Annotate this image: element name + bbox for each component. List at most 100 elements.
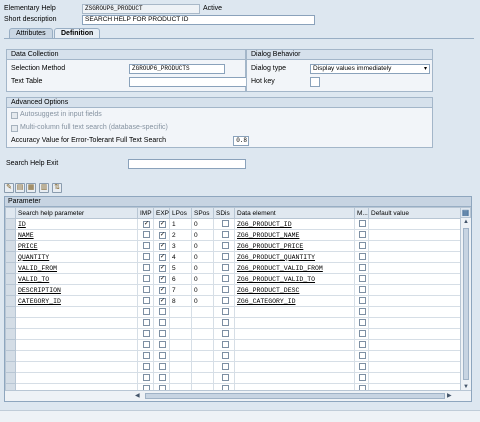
- sdis-checkbox[interactable]: [221, 373, 229, 381]
- sdis-checkbox[interactable]: [221, 362, 229, 370]
- data-element-cell[interactable]: [234, 361, 355, 373]
- imp-checkbox[interactable]: [143, 285, 150, 293]
- modified-checkbox[interactable]: [359, 351, 366, 359]
- exp-checkbox[interactable]: [159, 373, 166, 381]
- imp-checkbox[interactable]: [143, 263, 150, 271]
- data-element-cell[interactable]: [234, 372, 355, 384]
- imp-checkbox[interactable]: [143, 318, 150, 326]
- data-element-cell[interactable]: ZG6_PRODUCT_VALID_TO: [234, 273, 355, 285]
- default-value-cell[interactable]: [368, 273, 462, 285]
- exp-checkbox[interactable]: [159, 318, 166, 326]
- spos-cell[interactable]: 0: [191, 218, 214, 230]
- param-name-cell[interactable]: VALID_TO: [15, 273, 138, 285]
- exp-checkbox[interactable]: [159, 340, 166, 348]
- lpos-cell[interactable]: [169, 306, 192, 318]
- sdis-checkbox[interactable]: [221, 340, 229, 348]
- lpos-cell[interactable]: [169, 361, 192, 373]
- modified-checkbox[interactable]: [359, 362, 366, 370]
- exp-checkbox[interactable]: [159, 351, 166, 359]
- data-element-cell[interactable]: [234, 317, 355, 329]
- lpos-cell[interactable]: 8: [169, 295, 192, 307]
- default-value-cell[interactable]: [368, 361, 462, 373]
- spos-cell[interactable]: [191, 317, 214, 329]
- imp-checkbox[interactable]: [143, 307, 150, 315]
- param-name-cell[interactable]: ID: [15, 218, 138, 230]
- modified-checkbox[interactable]: [359, 307, 366, 315]
- exp-checkbox[interactable]: ✓: [159, 254, 166, 261]
- sdis-checkbox[interactable]: [221, 307, 229, 315]
- data-element-cell[interactable]: [234, 339, 355, 351]
- param-name-cell[interactable]: [15, 317, 138, 329]
- search-help-exit-field[interactable]: [128, 159, 246, 169]
- spos-cell[interactable]: [191, 306, 214, 318]
- vertical-scrollbar[interactable]: ▲ ▼: [460, 218, 471, 391]
- spos-cell[interactable]: 0: [191, 229, 214, 241]
- param-name-cell[interactable]: [15, 328, 138, 340]
- imp-checkbox[interactable]: [143, 230, 150, 238]
- autosuggest-checkbox[interactable]: [11, 112, 18, 119]
- short-description-field[interactable]: SEARCH HELP FOR PRODUCT ID: [82, 15, 315, 25]
- default-value-cell[interactable]: [368, 328, 462, 340]
- imp-checkbox[interactable]: [143, 362, 150, 370]
- column-header[interactable]: EXP: [153, 207, 170, 219]
- row-selector[interactable]: [5, 240, 16, 252]
- exp-checkbox[interactable]: [159, 362, 166, 370]
- row-selector[interactable]: [5, 328, 16, 340]
- exp-checkbox[interactable]: [159, 329, 166, 337]
- horizontal-scrollbar[interactable]: ◀ ▶: [5, 390, 471, 401]
- spos-cell[interactable]: 0: [191, 251, 214, 263]
- default-value-cell[interactable]: [368, 350, 462, 362]
- sdis-checkbox[interactable]: [221, 252, 229, 260]
- lpos-cell[interactable]: [169, 339, 192, 351]
- default-value-cell[interactable]: [368, 218, 462, 230]
- data-element-cell[interactable]: ZG6_PRODUCT_NAME: [234, 229, 355, 241]
- row-selector[interactable]: [5, 361, 16, 373]
- modified-checkbox[interactable]: [359, 263, 366, 271]
- modified-checkbox[interactable]: [359, 373, 366, 381]
- modified-checkbox[interactable]: [359, 340, 366, 348]
- modified-checkbox[interactable]: [359, 230, 366, 238]
- modified-checkbox[interactable]: [359, 274, 366, 282]
- sort-icon[interactable]: ⇅: [52, 183, 62, 193]
- default-value-cell[interactable]: [368, 229, 462, 241]
- param-name-cell[interactable]: DESCRIPTION: [15, 284, 138, 296]
- sdis-checkbox[interactable]: [221, 318, 229, 326]
- modified-checkbox[interactable]: [359, 329, 366, 337]
- column-header[interactable]: Data element: [234, 207, 355, 219]
- hot-key-field[interactable]: [310, 77, 320, 87]
- elementary-help-field[interactable]: ZSGROUP6_PRODUCT: [82, 4, 200, 14]
- tab-attributes[interactable]: Attributes: [9, 28, 53, 38]
- sdis-checkbox[interactable]: [221, 230, 229, 238]
- lpos-cell[interactable]: 6: [169, 273, 192, 285]
- param-name-cell[interactable]: [15, 306, 138, 318]
- default-value-cell[interactable]: [368, 240, 462, 252]
- lpos-cell[interactable]: [169, 328, 192, 340]
- lpos-cell[interactable]: [169, 350, 192, 362]
- copy-row-icon[interactable]: ▦: [26, 183, 36, 193]
- modified-checkbox[interactable]: [359, 252, 366, 260]
- data-element-cell[interactable]: ZG6_PRODUCT_PRICE: [234, 240, 355, 252]
- row-selector[interactable]: [5, 262, 16, 274]
- default-value-cell[interactable]: [368, 306, 462, 318]
- row-selector[interactable]: [5, 218, 16, 230]
- sdis-checkbox[interactable]: [221, 263, 229, 271]
- spos-cell[interactable]: 0: [191, 284, 214, 296]
- lpos-cell[interactable]: [169, 372, 192, 384]
- imp-checkbox[interactable]: [143, 296, 150, 304]
- spos-cell[interactable]: 0: [191, 240, 214, 252]
- column-header[interactable]: IMP: [137, 207, 154, 219]
- selection-method-field[interactable]: ZGROUP6_PRODUCTS: [129, 64, 225, 74]
- modified-checkbox[interactable]: [359, 285, 366, 293]
- spos-cell[interactable]: 0: [191, 262, 214, 274]
- delete-row-icon[interactable]: ▤: [15, 183, 25, 193]
- scroll-up-icon[interactable]: ▲: [463, 218, 469, 226]
- param-name-cell[interactable]: [15, 361, 138, 373]
- imp-checkbox[interactable]: [143, 351, 150, 359]
- modified-checkbox[interactable]: [359, 318, 366, 326]
- param-name-cell[interactable]: PRICE: [15, 240, 138, 252]
- chevron-down-icon[interactable]: ▾: [424, 65, 427, 73]
- exp-checkbox[interactable]: ✓: [159, 221, 166, 228]
- exp-checkbox[interactable]: ✓: [159, 298, 166, 305]
- imp-checkbox[interactable]: [143, 252, 150, 260]
- param-name-cell[interactable]: NAME: [15, 229, 138, 241]
